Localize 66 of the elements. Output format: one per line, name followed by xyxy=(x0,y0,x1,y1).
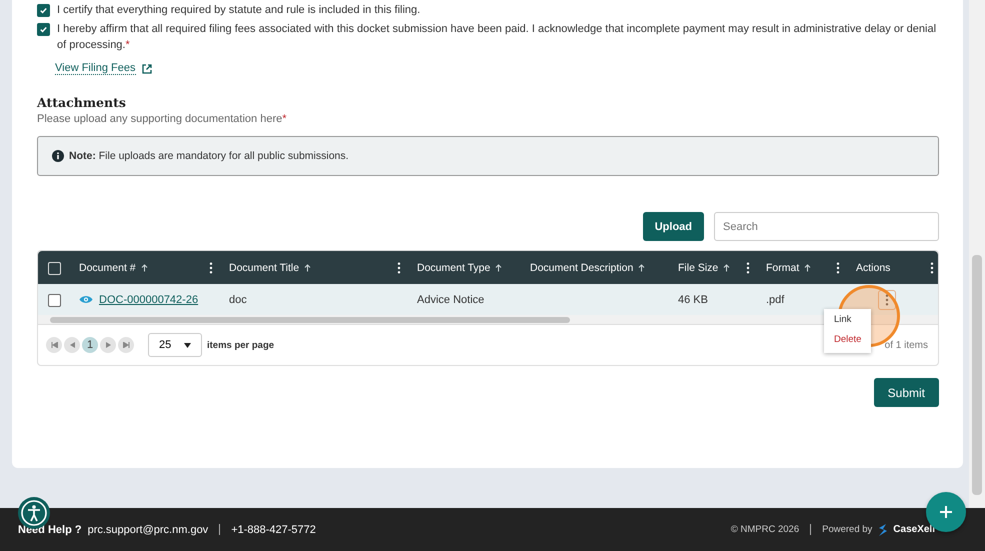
eye-icon[interactable] xyxy=(79,295,93,304)
support-email-link[interactable]: prc.support@prc.nm.gov xyxy=(88,524,208,536)
column-header[interactable]: Document Title xyxy=(221,262,409,274)
table-cell: doc xyxy=(229,294,247,306)
info-icon xyxy=(52,150,64,162)
table-cell: 46 KB xyxy=(678,294,708,306)
caret-icon xyxy=(184,342,191,348)
document-link[interactable]: DOC-000000742-26 xyxy=(99,294,198,306)
table-cell: .pdf xyxy=(766,294,784,306)
note-text: Note: File uploads are mandatory for all public submissions. xyxy=(69,150,349,162)
certification-text: I hereby affirm that all required filing fees associated with this docket submission have been paid. I acknowledge that incomplete payment may result in administrative delay or denial of processing.* xyxy=(57,22,938,53)
vertical-scrollbar[interactable] xyxy=(969,0,985,508)
upload-button[interactable]: Upload xyxy=(642,212,704,241)
checkbox[interactable] xyxy=(48,294,61,307)
checkmark-icon xyxy=(39,25,48,34)
last-page-icon xyxy=(122,342,130,348)
powered-by-text: Powered by xyxy=(822,524,872,535)
last-page-button[interactable] xyxy=(118,337,134,353)
copyright-text: © NMPRC 2026 xyxy=(730,524,800,535)
plus-icon xyxy=(940,506,952,518)
more-options-icon[interactable] xyxy=(397,262,401,274)
column-header[interactable]: File Size xyxy=(670,262,758,274)
submit-button[interactable]: Submit xyxy=(874,378,939,407)
search-field[interactable]: Search xyxy=(714,212,939,241)
column-header[interactable]: Actions xyxy=(848,262,942,274)
accessibility-icon xyxy=(20,499,48,527)
more-options-icon[interactable] xyxy=(209,262,213,274)
pager-summary: of 1 items xyxy=(884,340,928,350)
sort-arrow-icon[interactable] xyxy=(140,264,148,272)
column-header[interactable]: Document Type xyxy=(409,262,522,274)
support-phone-link[interactable]: +1-888-427-5772 xyxy=(231,524,316,536)
sort-arrow-icon[interactable] xyxy=(804,264,812,272)
sort-arrow-icon[interactable] xyxy=(723,264,730,272)
page-size-dropdown[interactable]: 25 xyxy=(148,333,202,357)
column-header[interactable]: Format xyxy=(758,262,848,274)
sort-arrow-icon[interactable] xyxy=(638,264,646,272)
section-heading: Attachments xyxy=(37,95,127,110)
horizontal-scrollbar[interactable] xyxy=(38,315,938,325)
more-options-icon[interactable] xyxy=(930,262,934,274)
more-options-icon[interactable] xyxy=(836,262,840,274)
checkmark-icon xyxy=(39,6,48,15)
column-header[interactable]: Document Description xyxy=(522,262,670,274)
menu-item[interactable]: Delete xyxy=(824,331,872,351)
previous-page-icon xyxy=(70,342,74,348)
first-page-button[interactable] xyxy=(46,337,62,353)
previous-page-button[interactable] xyxy=(64,337,80,353)
checkbox[interactable] xyxy=(37,4,50,17)
external-link-icon xyxy=(142,64,152,74)
page-button[interactable]: 1 xyxy=(82,337,98,353)
first-page-icon xyxy=(50,342,58,348)
certification-text: I certify that everything required by statute and rule is included in this filing. xyxy=(57,3,422,18)
brand-name: CaseXell xyxy=(893,524,935,535)
brand-logo-icon xyxy=(878,524,888,536)
next-page-button[interactable] xyxy=(100,337,116,353)
sort-arrow-icon[interactable] xyxy=(304,264,312,272)
checkbox[interactable] xyxy=(37,23,50,36)
column-header[interactable]: Document # xyxy=(71,262,221,274)
page-size-label: items per page xyxy=(207,340,274,350)
menu-item[interactable]: Link xyxy=(824,311,872,331)
sort-arrow-icon[interactable] xyxy=(495,264,502,272)
table-cell: Advice Notice xyxy=(417,294,484,306)
section-hint: Please upload any supporting documentation here* xyxy=(37,113,288,125)
filing-fees-link[interactable]: View Filing Fees xyxy=(55,62,136,75)
actions-button[interactable] xyxy=(878,290,896,310)
more-options-icon[interactable] xyxy=(746,262,750,274)
next-page-icon xyxy=(106,342,110,348)
